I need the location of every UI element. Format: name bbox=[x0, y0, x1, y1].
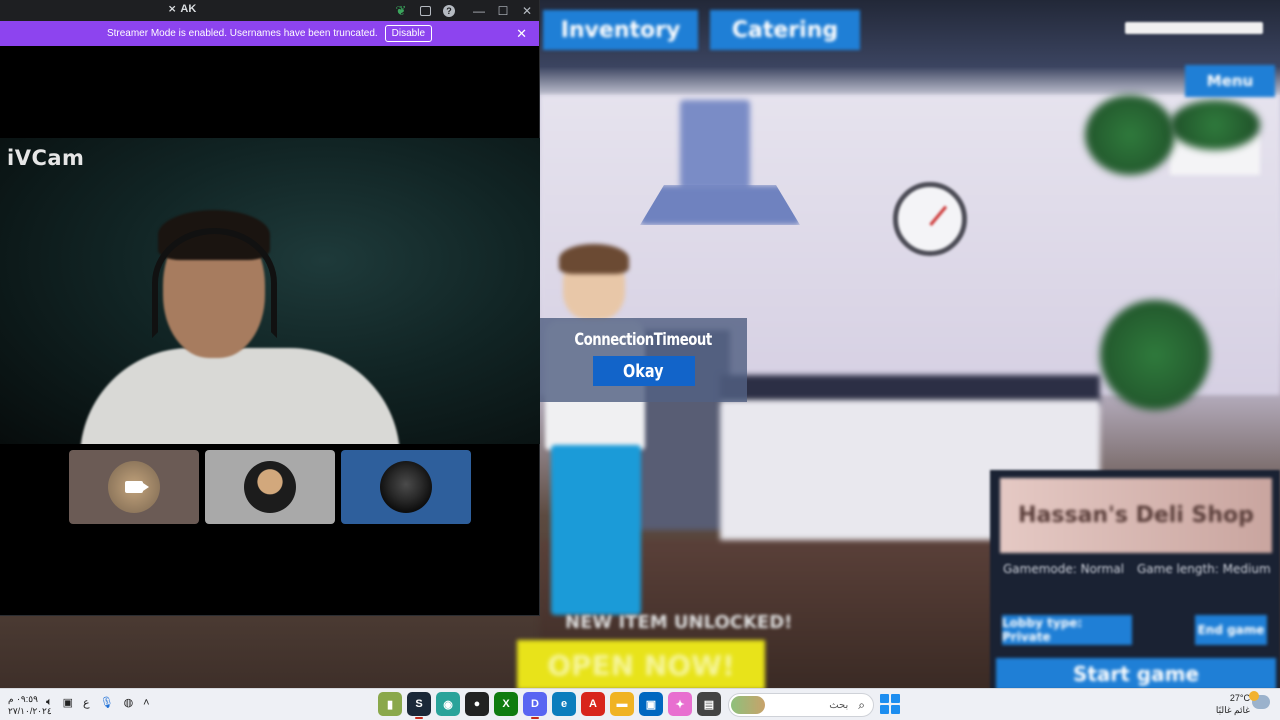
lobby-banner: Hassan's Deli Shop bbox=[1000, 478, 1272, 553]
windows-taskbar: ٠٩:٥٩ م ٢٧/١٠/٢٠٢٤ 🔈︎ ▣ ع 🎙︎ ◍ ˄ ▮ S ◉ ●… bbox=[0, 688, 1280, 720]
tab-inventory[interactable]: Inventory bbox=[543, 10, 698, 50]
search-icon: ⌕ bbox=[858, 697, 865, 712]
desktop: Inventory Catering Menu Hassan's Deli Sh… bbox=[0, 0, 1280, 720]
network-icon[interactable]: ▣ bbox=[63, 696, 73, 709]
steam-app-icon[interactable]: S bbox=[407, 692, 431, 719]
participant-tile[interactable] bbox=[69, 450, 199, 524]
acrobat-app-icon[interactable]: A bbox=[581, 692, 605, 716]
close-window-button[interactable]: ✕ bbox=[515, 0, 539, 21]
end-game-button[interactable]: End game bbox=[1195, 615, 1267, 645]
disable-streamer-mode-button[interactable]: Disable bbox=[384, 25, 433, 42]
webcam-person bbox=[60, 208, 440, 444]
minecraft-app-icon[interactable]: ▮ bbox=[378, 692, 402, 716]
weather-condition: غائم غالبًا bbox=[1215, 705, 1250, 715]
help-icon[interactable]: ? bbox=[437, 0, 461, 21]
participant-tiles bbox=[69, 450, 471, 524]
dialog-message: ConnectionTimeout bbox=[574, 330, 713, 350]
speaker-off-icon: ⨯ bbox=[168, 3, 177, 15]
game-app-icon[interactable]: ◉ bbox=[436, 692, 460, 716]
hanging-plant bbox=[1085, 95, 1175, 175]
player-character bbox=[545, 244, 655, 630]
app-tray-icon[interactable]: ◍ bbox=[124, 696, 134, 709]
file-explorer-app-icon[interactable]: ▬ bbox=[610, 692, 634, 716]
xbox-app-icon[interactable]: X bbox=[494, 692, 518, 716]
lobby-gamemode: Gamemode: Normal bbox=[1003, 562, 1125, 576]
copilot-app-icon[interactable]: ✦ bbox=[668, 692, 692, 716]
okay-button[interactable]: Okay bbox=[592, 356, 695, 386]
connection-timeout-dialog: ConnectionTimeout Okay bbox=[540, 318, 747, 402]
money-bar bbox=[1125, 22, 1263, 34]
participant-tile[interactable] bbox=[341, 450, 471, 524]
menu-button[interactable]: Menu bbox=[1185, 65, 1275, 97]
chevron-up-icon[interactable]: ˄ bbox=[143, 697, 149, 709]
tab-catering[interactable]: Catering bbox=[710, 10, 860, 50]
taskbar-search[interactable]: بحث ⌕ bbox=[728, 693, 874, 717]
store-app-icon[interactable]: ▣ bbox=[639, 692, 663, 716]
discord-app-icon[interactable]: D bbox=[523, 692, 547, 719]
shelf-plant bbox=[1170, 100, 1260, 150]
weather-widget[interactable]: 27°C غائم غالبًا bbox=[1214, 692, 1250, 716]
language-indicator[interactable]: ع bbox=[83, 696, 90, 709]
volume-icon[interactable]: 🔈︎ bbox=[46, 696, 53, 709]
wall-clock bbox=[893, 182, 967, 256]
start-game-button[interactable]: Start game bbox=[996, 658, 1276, 688]
window-title: ⨯ AK bbox=[168, 3, 196, 15]
streamer-mode-text: Streamer Mode is enabled. Usernames have… bbox=[106, 28, 378, 39]
minimize-button[interactable]: — bbox=[467, 0, 491, 21]
inbox-icon[interactable] bbox=[413, 0, 437, 21]
discord-popout-window[interactable]: ⨯ AK ❦ ? — ☐ ✕ Streamer Mode is enabled.… bbox=[0, 0, 540, 616]
new-item-label: NEW ITEM UNLOCKED! bbox=[565, 612, 793, 633]
window-title-text: AK bbox=[180, 3, 197, 15]
window-titlebar[interactable]: ⨯ AK ❦ ? — ☐ ✕ bbox=[0, 0, 539, 21]
range-hood bbox=[640, 100, 800, 230]
lobby-game-length: Game length: Medium bbox=[1137, 562, 1271, 576]
open-now-button[interactable]: OPEN NOW! bbox=[517, 640, 765, 688]
streamer-mode-banner: Streamer Mode is enabled. Usernames have… bbox=[0, 21, 539, 46]
search-highlight-image bbox=[731, 696, 765, 714]
system-tray: 🔈︎ ▣ ع 🎙︎ ◍ ˄ bbox=[46, 696, 150, 709]
start-button[interactable] bbox=[880, 694, 900, 714]
notepad-app-icon[interactable]: ▤ bbox=[697, 692, 721, 716]
taskbar-apps: ▮ S ◉ ● X D e A ▬ ▣ ✦ ▤ bbox=[378, 692, 721, 719]
ivcam-watermark: iVCam bbox=[7, 146, 85, 170]
video-stream[interactable]: iVCam bbox=[0, 138, 540, 444]
nitro-leaf-icon[interactable]: ❦ bbox=[389, 0, 413, 21]
avatar bbox=[244, 461, 296, 513]
potted-plant bbox=[1100, 300, 1210, 410]
weather-temperature: 27°C bbox=[1229, 693, 1250, 703]
edge-app-icon[interactable]: e bbox=[552, 692, 576, 716]
close-banner-icon[interactable]: ✕ bbox=[516, 26, 527, 42]
partly-cloudy-icon bbox=[1249, 691, 1270, 709]
maximize-button[interactable]: ☐ bbox=[491, 0, 515, 21]
okay-label: Okay bbox=[623, 360, 664, 382]
search-placeholder: بحث bbox=[829, 699, 849, 711]
camera-icon bbox=[125, 481, 149, 493]
lobby-type-button[interactable]: Lobby type: Private bbox=[1002, 615, 1132, 645]
microphone-icon[interactable]: 🎙︎ bbox=[100, 696, 114, 709]
obs-app-icon[interactable]: ● bbox=[465, 692, 489, 716]
participant-tile[interactable] bbox=[205, 450, 335, 524]
titlebar-controls: ❦ ? — ☐ ✕ bbox=[389, 0, 539, 21]
avatar bbox=[380, 461, 432, 513]
